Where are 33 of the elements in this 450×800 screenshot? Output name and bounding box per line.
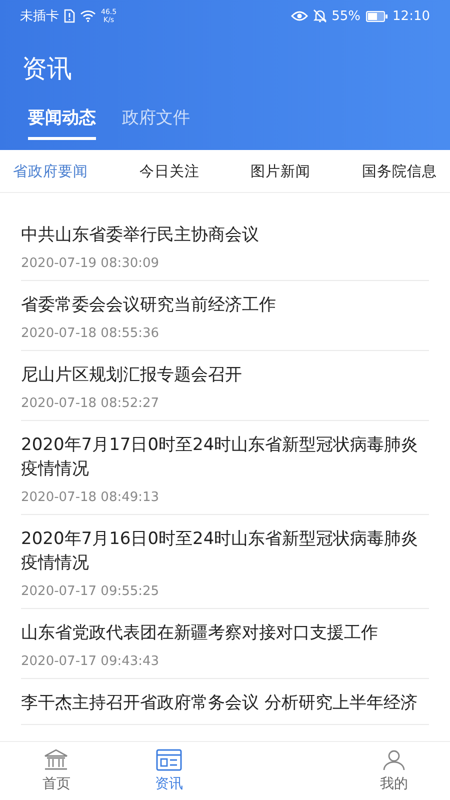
news-date: 2020-07-17 09:43:43: [21, 654, 160, 669]
carrier-text: 未插卡: [20, 8, 59, 25]
category-tab[interactable]: 今日关注: [139, 162, 200, 180]
news-title[interactable]: 尼山片区规划汇报专题会召开: [21, 363, 429, 387]
newspaper-icon: [156, 749, 182, 771]
battery-icon: [366, 10, 388, 22]
news-title[interactable]: 山东省党政代表团在新疆考察对接对口支援工作: [21, 621, 429, 645]
news-date: 2020-07-17 09:55:25: [21, 584, 160, 599]
news-title[interactable]: 2020年7月17日0时至24时山东省新型冠状病毒肺炎疫情情况: [21, 433, 429, 481]
nav-tab[interactable]: 我的: [338, 742, 450, 800]
clock-time: 12:10: [392, 8, 430, 24]
category-tab[interactable]: 国务院信息: [362, 162, 437, 180]
news-date: 2020-07-19 08:30:09: [21, 256, 160, 271]
category-tab[interactable]: 图片新闻: [250, 162, 311, 180]
news-date: 2020-07-18 08:52:27: [21, 396, 160, 411]
bell-muted-icon: [312, 9, 327, 23]
news-date: 2020-07-18 08:49:13: [21, 490, 160, 505]
person-icon: [380, 749, 407, 771]
news-title[interactable]: 李干杰主持召开省政府常务会议 分析研究上半年经济: [21, 691, 429, 715]
battery-percent: 55%: [332, 8, 361, 24]
news-title[interactable]: 2020年7月16日0时至24时山东省新型冠状病毒肺炎疫情情况: [21, 527, 429, 575]
bank-icon: [43, 749, 70, 771]
page-title: 资讯: [21, 53, 73, 85]
news-title[interactable]: 省委常委会会议研究当前经济工作: [21, 293, 429, 317]
nav-tab[interactable]: 首页: [0, 742, 112, 800]
wifi-icon: [80, 10, 96, 22]
news-title[interactable]: 中共山东省委举行民主协商会议: [21, 223, 429, 247]
section-tab[interactable]: 要闻动态: [28, 106, 96, 140]
sim-alert-icon: [64, 9, 75, 23]
news-date: 2020-07-18 08:55:36: [21, 326, 160, 341]
eye-icon: [290, 10, 308, 22]
nav-tab[interactable]: 资讯: [112, 742, 225, 800]
category-tab[interactable]: 省政府要闻: [13, 162, 88, 180]
